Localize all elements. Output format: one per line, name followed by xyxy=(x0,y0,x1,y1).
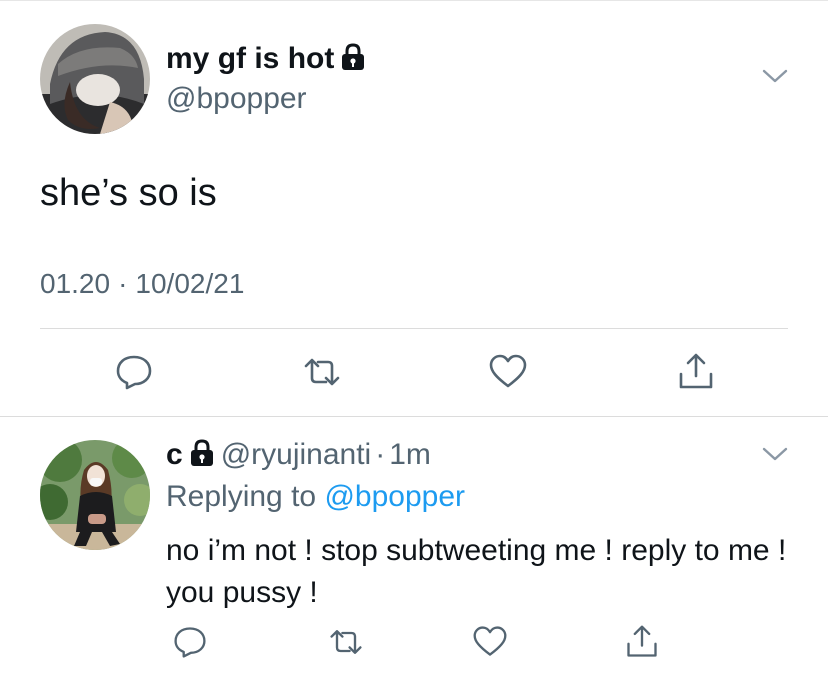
avatar[interactable] xyxy=(40,440,150,550)
chevron-down-icon[interactable] xyxy=(760,66,790,86)
reply-icon[interactable] xyxy=(172,624,208,660)
avatar[interactable] xyxy=(40,24,150,134)
tweet-text: she’s so is xyxy=(40,172,217,214)
share-icon[interactable] xyxy=(624,624,660,660)
replying-to-prefix: Replying to xyxy=(166,480,317,513)
retweet-icon[interactable] xyxy=(328,624,364,660)
focused-tweet: my gf is hot @bpopper she’s so is 01.20 ·… xyxy=(0,0,828,416)
chevron-down-icon[interactable] xyxy=(760,444,790,464)
tweet-date: 10/02/21 xyxy=(135,268,245,299)
display-name[interactable]: my gf is hot xyxy=(166,42,366,76)
tweet-divider xyxy=(0,416,828,417)
display-name[interactable]: c xyxy=(166,438,183,471)
retweet-icon[interactable] xyxy=(302,352,342,392)
reply-icon[interactable] xyxy=(114,352,154,392)
reply-text: no i’m not ! stop subtweeting me ! reply… xyxy=(166,534,787,609)
reply-header: c @ryujinanti · 1m xyxy=(166,438,431,472)
tweet-timestamp[interactable]: 01.20 · 10/02/21 xyxy=(40,268,244,300)
lock-icon xyxy=(340,43,366,71)
display-name-text: my gf is hot xyxy=(166,42,335,75)
like-icon[interactable] xyxy=(488,352,528,392)
handle[interactable]: @bpopper xyxy=(166,82,307,116)
actions-divider xyxy=(40,328,788,329)
lock-icon xyxy=(189,439,215,467)
tweet-time: 01.20 xyxy=(40,268,111,299)
replying-to: Replying to @bpopper xyxy=(166,480,465,514)
share-icon[interactable] xyxy=(676,352,716,392)
handle[interactable]: @ryujinanti xyxy=(221,438,372,471)
meta-separator: · xyxy=(375,438,386,471)
like-icon[interactable] xyxy=(472,624,508,660)
mention-link[interactable]: @bpopper xyxy=(324,480,465,513)
meta-separator: · xyxy=(118,268,128,299)
reply-age[interactable]: 1m xyxy=(389,438,431,471)
